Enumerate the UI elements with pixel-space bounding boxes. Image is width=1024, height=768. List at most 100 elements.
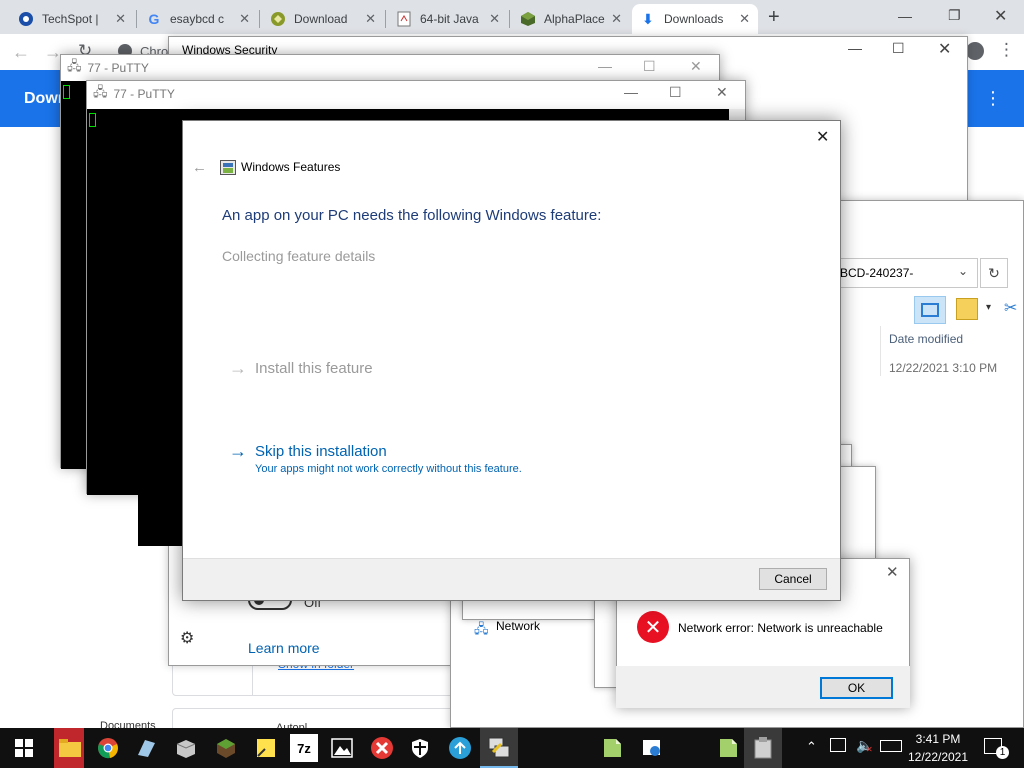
terminal-cursor: [63, 85, 70, 99]
window-title: 77 - PuTTY: [87, 61, 149, 75]
sticky-notes-icon[interactable]: [252, 734, 280, 762]
red-x-app-icon[interactable]: [368, 734, 396, 762]
terminal-cursor: [89, 113, 96, 127]
putty-icon[interactable]: [485, 734, 513, 762]
maximize-icon[interactable]: ☐: [669, 84, 682, 101]
folder-options-icon[interactable]: [956, 298, 978, 320]
network-status-icon[interactable]: [830, 738, 846, 752]
file-explorer-icon[interactable]: [56, 734, 84, 762]
java-page-icon: [396, 11, 412, 27]
tab-download[interactable]: Download ✕: [262, 4, 384, 34]
tab-separator: [136, 10, 137, 28]
download-icon: ⬇: [642, 10, 654, 27]
chevron-up-icon[interactable]: ⌃: [806, 739, 817, 755]
tab-label: TechSpot |: [42, 12, 99, 26]
putty-titlebar: 🖧 77 - PuTTY: [87, 81, 745, 107]
dialog-title: Windows Features: [241, 160, 341, 174]
chevron-down-icon[interactable]: ⌄: [958, 264, 968, 278]
arrow-right-icon: →: [229, 358, 247, 378]
notepad-2-icon[interactable]: [714, 734, 742, 762]
network-app-icon[interactable]: [446, 734, 474, 762]
error-icon: ✕: [637, 611, 669, 643]
close-icon[interactable]: ✕: [489, 11, 500, 27]
notification-badge: 1: [996, 746, 1009, 759]
gear-icon[interactable]: ⚙: [180, 628, 194, 648]
close-icon[interactable]: ✕: [365, 11, 376, 27]
box-icon[interactable]: [172, 734, 200, 762]
install-feature-option[interactable]: Install this feature: [255, 360, 373, 377]
minecraft-icon[interactable]: [212, 734, 240, 762]
alphaplace-icon: [520, 11, 536, 27]
address-path: BCD-240237-: [840, 266, 914, 280]
clock-date[interactable]: 12/22/2021: [906, 750, 970, 764]
nav-network[interactable]: Network: [496, 619, 540, 633]
putty-titlebar: 🖧 77 - PuTTY: [61, 55, 719, 81]
tab-label: 64-bit Java: [420, 12, 479, 26]
close-icon[interactable]: ✕: [716, 84, 728, 101]
column-header-date[interactable]: Date modified: [889, 332, 963, 346]
tab-downloads[interactable]: ⬇ Downloads ✕: [632, 4, 758, 34]
profile-avatar[interactable]: [966, 42, 984, 60]
scissors-icon[interactable]: ✂: [1004, 298, 1017, 318]
cancel-button[interactable]: Cancel: [759, 568, 827, 590]
menu-icon[interactable]: ⋮: [998, 40, 1015, 60]
putty-icon: 🖧: [67, 58, 82, 73]
security-icon[interactable]: [406, 734, 434, 762]
minimize-icon[interactable]: —: [898, 8, 912, 24]
app-icon[interactable]: [132, 734, 160, 762]
clock-time[interactable]: 3:41 PM: [910, 732, 966, 746]
keyboard-icon[interactable]: [880, 740, 902, 752]
ok-button[interactable]: OK: [820, 677, 893, 699]
mute-badge-icon: ✕: [866, 745, 873, 754]
tab-java[interactable]: 64-bit Java ✕: [388, 4, 508, 34]
tab-label: Download: [294, 12, 348, 26]
more-menu-icon[interactable]: ⋮: [984, 88, 1002, 109]
tab-techspot[interactable]: TechSpot | ✕: [10, 4, 134, 34]
start-icon[interactable]: [0, 728, 48, 768]
techspot-icon: [18, 11, 34, 27]
minimize-icon[interactable]: —: [598, 58, 612, 74]
minimize-icon[interactable]: —: [624, 84, 638, 100]
close-window-icon[interactable]: ✕: [994, 6, 1007, 26]
close-icon[interactable]: ✕: [816, 127, 829, 147]
error-message: Network error: Network is unreachable: [678, 621, 883, 635]
close-icon[interactable]: ✕: [739, 11, 750, 27]
restore-icon[interactable]: ❐: [948, 7, 961, 24]
close-icon[interactable]: ✕: [690, 58, 702, 75]
photos-icon[interactable]: [328, 734, 356, 762]
minimize-icon[interactable]: —: [848, 40, 862, 56]
close-icon[interactable]: ✕: [239, 11, 250, 27]
maximize-icon[interactable]: ☐: [892, 40, 905, 57]
network-icon: 🖧: [474, 621, 489, 636]
refresh-icon[interactable]: ↻: [980, 258, 1008, 288]
tab-separator: [385, 10, 386, 28]
tab-esaybcd[interactable]: G esaybcd c ✕: [138, 4, 258, 34]
close-icon[interactable]: ✕: [938, 39, 951, 59]
tab-label: AlphaPlace: [544, 12, 605, 26]
remote-icon[interactable]: [638, 734, 666, 762]
window-title: 77 - PuTTY: [113, 87, 175, 101]
notepad-icon[interactable]: [598, 734, 626, 762]
close-icon[interactable]: ✕: [611, 11, 622, 27]
learn-more-link[interactable]: Learn more: [248, 640, 320, 656]
7zip-icon[interactable]: 7z: [290, 734, 318, 762]
skip-note: Your apps might not work correctly witho…: [255, 463, 522, 475]
installer-icon[interactable]: [749, 734, 777, 762]
putty-icon: 🖧: [93, 84, 108, 99]
chevron-down-icon[interactable]: ▾: [986, 302, 991, 313]
tab-separator: [259, 10, 260, 28]
back-arrow-icon[interactable]: ←: [192, 159, 207, 176]
skip-installation-option[interactable]: Skip this installation: [255, 443, 387, 460]
tab-alphaplace[interactable]: AlphaPlace ✕: [512, 4, 630, 34]
file-date: 12/22/2021 3:10 PM: [889, 361, 998, 375]
back-icon[interactable]: ←: [12, 42, 30, 63]
close-icon[interactable]: ✕: [886, 563, 899, 581]
windows-features-dialog: ✕ ← Windows Features An app on your PC n…: [182, 120, 841, 601]
status-text: Collecting feature details: [222, 248, 376, 264]
close-icon[interactable]: ✕: [115, 11, 126, 27]
download-site-icon: [270, 11, 286, 27]
chrome-icon[interactable]: [94, 734, 122, 762]
maximize-icon[interactable]: ☐: [643, 58, 656, 75]
new-tab-button[interactable]: +: [768, 6, 780, 29]
preview-pane-icon[interactable]: [914, 296, 946, 324]
